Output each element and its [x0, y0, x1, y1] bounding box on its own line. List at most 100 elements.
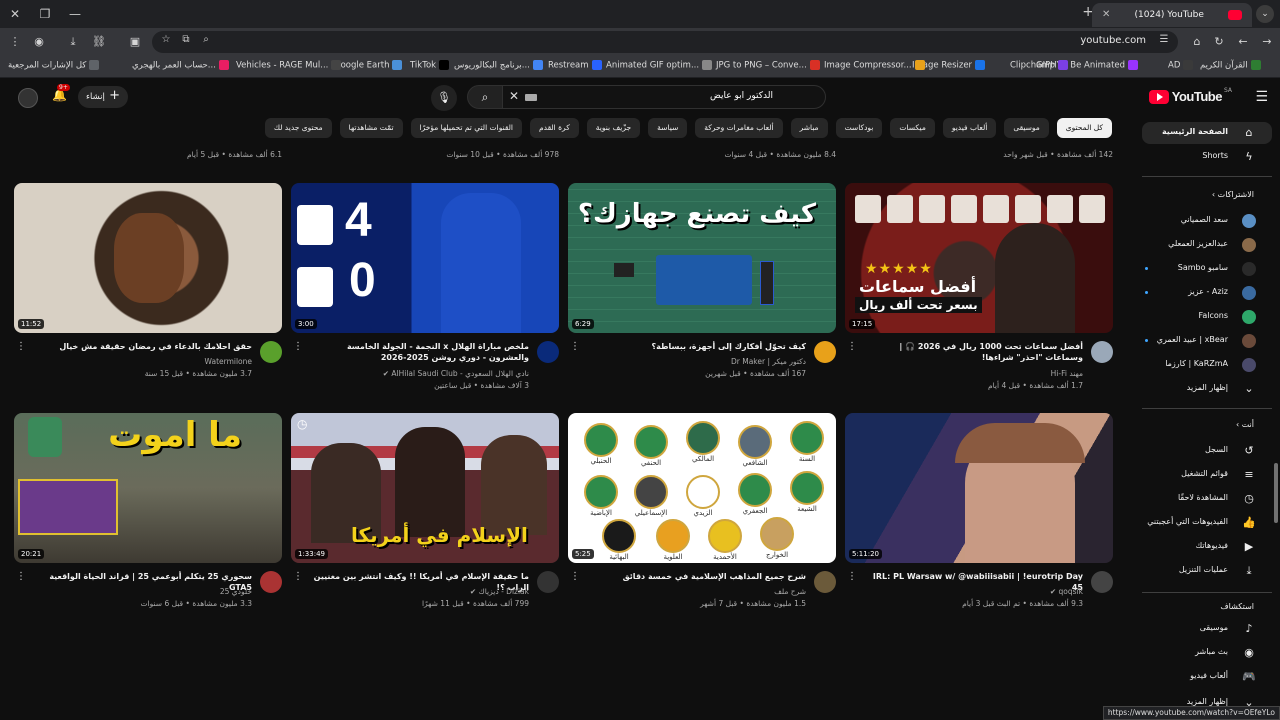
filter-chip[interactable]: محتوى جديد لك [264, 118, 332, 138]
sidebar-item[interactable]: ≡ قوائم التشغيل [1135, 464, 1280, 486]
bookmark-item[interactable]: Clipchamp [1010, 60, 1068, 71]
close-tab-icon[interactable]: ✕ [1102, 3, 1110, 27]
filter-chip[interactable]: ألعاب مغامرات وحركة [695, 118, 783, 138]
filter-chip[interactable]: القنوات التي تم تحميلها مؤخرًا [410, 118, 522, 138]
create-button[interactable]: إنشاء + [78, 86, 128, 108]
channel-avatar[interactable] [1091, 341, 1113, 363]
bookmark-item[interactable]: AD [1168, 60, 1194, 71]
sidebar-item[interactable]: ◷ المشاهدة لاحقًا [1135, 488, 1280, 510]
subscriptions-header[interactable]: الاشتراكات › [1212, 190, 1254, 199]
sidebar-subscription[interactable]: Falcons [1135, 306, 1280, 328]
channel-avatar[interactable] [537, 341, 559, 363]
filter-chip[interactable]: ميكسات [890, 118, 935, 138]
reload-icon[interactable]: ↻ [1210, 33, 1228, 51]
more-actions-icon[interactable]: ⋮ [16, 341, 26, 352]
video-title[interactable]: شرح جميع المذاهب الإسلامية في خمسة دقائق [582, 571, 806, 582]
filter-chip[interactable]: ألعاب فيديو [942, 118, 997, 138]
filter-chip[interactable]: مباشر [790, 118, 828, 138]
bookmark-item[interactable]: JPG to PNG – Conve... [716, 60, 820, 71]
you-header[interactable]: أنت › [1236, 420, 1254, 429]
zoom-icon[interactable]: ⌕ [198, 34, 214, 45]
sidebar-item[interactable]: 👍 الفيديوهات التي أعجبتني [1135, 512, 1280, 534]
voice-search-button[interactable]: 🎙 [431, 85, 457, 111]
sidebar-scrollbar[interactable] [1274, 463, 1278, 523]
video-thumbnail[interactable]: 4 0 3:00 [291, 183, 559, 333]
more-actions-icon[interactable]: ⋮ [293, 571, 303, 582]
youtube-logo[interactable]: YouTube SA [1148, 87, 1232, 104]
notifications-button[interactable]: 🔔 9+ [52, 84, 70, 102]
channel-name[interactable]: qoqsik ✔ [1050, 587, 1083, 596]
forward-icon[interactable]: → [1258, 33, 1276, 51]
filter-chip[interactable]: جزّيف بنوية [586, 118, 641, 138]
channel-avatar[interactable] [260, 571, 282, 593]
tab-youtube[interactable]: ✕ (1024) YouTube [1092, 3, 1252, 27]
site-settings-icon[interactable]: ☰ [1156, 34, 1172, 45]
sidebar-subscription[interactable]: KaRZmA | كارزما [1135, 354, 1280, 376]
more-actions-icon[interactable]: ⋮ [293, 341, 303, 352]
close-window-icon[interactable]: ✕ [4, 4, 26, 24]
menu-kebab-icon[interactable]: ⋮ [6, 33, 24, 51]
bookmark-item[interactable]: Restream [548, 60, 602, 71]
more-actions-icon[interactable]: ⋮ [570, 341, 580, 352]
channel-name[interactable]: مهند Hi-Fi [1051, 369, 1083, 378]
sidebar-item-home[interactable]: ⌂ الصفحة الرئيسية [1142, 122, 1272, 144]
channel-avatar[interactable] [814, 341, 836, 363]
extensions-icon[interactable]: ▣ [126, 33, 144, 51]
video-title[interactable]: سحوري 25 يتكلم أبوعمي 25 | قراند الحياة … [28, 571, 252, 593]
clear-search-icon[interactable]: ✕ [509, 89, 519, 103]
address-bar[interactable]: ☆ ⧉ ⌕ youtube.com ☰ [152, 31, 1178, 53]
channel-avatar[interactable] [537, 571, 559, 593]
watch-later-icon[interactable]: ◷ [297, 417, 307, 431]
channel-name[interactable]: نادي الهلال السعودي - AlHilal Saudi Club… [383, 369, 529, 378]
sidebar-item[interactable]: ◉ بث مباشر [1135, 642, 1280, 664]
search-input[interactable]: ✕ الدكتور ابو عايض [502, 85, 826, 109]
video-thumbnail[interactable]: السنة الشافعي المالكي الحنفي الحنبلي الشيعة ال… [568, 413, 836, 563]
more-actions-icon[interactable]: ⋮ [16, 571, 26, 582]
sidebar-show-more[interactable]: ⌄ إظهار المزيد [1135, 378, 1280, 400]
guide-menu-icon[interactable]: ☰ [1255, 89, 1268, 105]
video-thumbnail[interactable]: الإسلام في أمريكا ◷ 1:33:49 [291, 413, 559, 563]
sidebar-item[interactable]: ▶ فيديوهاتك [1135, 536, 1280, 558]
video-title[interactable]: أفضل سماعات تحت 1000 ريال في 2026 🎧 | وس… [859, 341, 1083, 363]
channel-name[interactable]: Diziak - ديزياك ✔ [470, 587, 529, 596]
channel-avatar[interactable] [260, 341, 282, 363]
channel-name[interactable]: دكتور ميكر | Dr Maker [731, 357, 806, 366]
video-title[interactable]: حقق احلامك بالدعاء في رمضان حقيقة مش خيا… [28, 341, 252, 352]
sidebar-item[interactable]: ♪ موسيقى [1135, 618, 1280, 640]
bookmark-item[interactable]: حساب العمر بالهجري... [132, 60, 229, 71]
bookmark-star-icon[interactable]: ☆ [158, 34, 174, 45]
channel-name[interactable]: Watermilone [205, 357, 252, 366]
sidebar-item[interactable]: ↺ السجل [1135, 440, 1280, 462]
bookmark-item[interactable]: Image Compressor... [824, 60, 925, 71]
sidebar-item[interactable]: ⤓ عمليات التنزيل [1135, 560, 1280, 582]
channel-avatar[interactable] [814, 571, 836, 593]
more-actions-icon[interactable]: ⋮ [847, 341, 857, 352]
downloads-icon[interactable]: ⤓ [64, 33, 82, 51]
sidebar-subscription[interactable]: Aziz - عزيز [1135, 282, 1280, 304]
maximize-window-icon[interactable]: ❐ [34, 4, 56, 24]
sidebar-subscription[interactable]: xBear | عبيد العمري [1135, 330, 1280, 352]
minimize-window-icon[interactable]: — [64, 4, 86, 24]
sidebar-subscription[interactable]: سامبو Sambo [1135, 258, 1280, 280]
bookmark-item[interactable]: Animated GIF optim... [606, 60, 713, 71]
bookmark-item[interactable]: القرآن الكريم [1200, 60, 1261, 71]
filter-chip[interactable]: موسيقى [1004, 118, 1049, 138]
video-title[interactable]: كيف تحوّل أفكارك إلى أجهزة، ببساطة؟ [582, 341, 806, 352]
keyboard-icon[interactable] [525, 94, 537, 101]
filter-chip[interactable]: بودكاست [835, 118, 883, 138]
search-button[interactable]: ⌕ [467, 85, 503, 109]
install-app-icon[interactable]: ⧉ [178, 34, 194, 45]
channel-avatar[interactable] [1091, 571, 1113, 593]
sidebar-item[interactable]: 🎮 ألعاب فيديو [1135, 666, 1280, 688]
sidebar-subscription[interactable]: عبدالعزيز العمعلي [1135, 234, 1280, 256]
video-title[interactable]: ملخص مباراة الهلال x النجمة - الجولة الخ… [305, 341, 529, 363]
filter-chip[interactable]: كرة القدم [530, 118, 579, 138]
home-icon[interactable]: ⌂ [1188, 33, 1206, 51]
bookmark-item[interactable]: كل الإشارات المرجعية [8, 60, 100, 71]
filter-chip[interactable]: كل المحتوى [1056, 118, 1112, 138]
filter-chip[interactable]: سياسة [648, 118, 688, 138]
more-actions-icon[interactable]: ⋮ [570, 571, 580, 582]
account-avatar[interactable] [18, 88, 38, 108]
bookmark-item[interactable]: Google Earth [334, 60, 403, 71]
channel-name[interactable]: شرح ملف [774, 587, 806, 596]
